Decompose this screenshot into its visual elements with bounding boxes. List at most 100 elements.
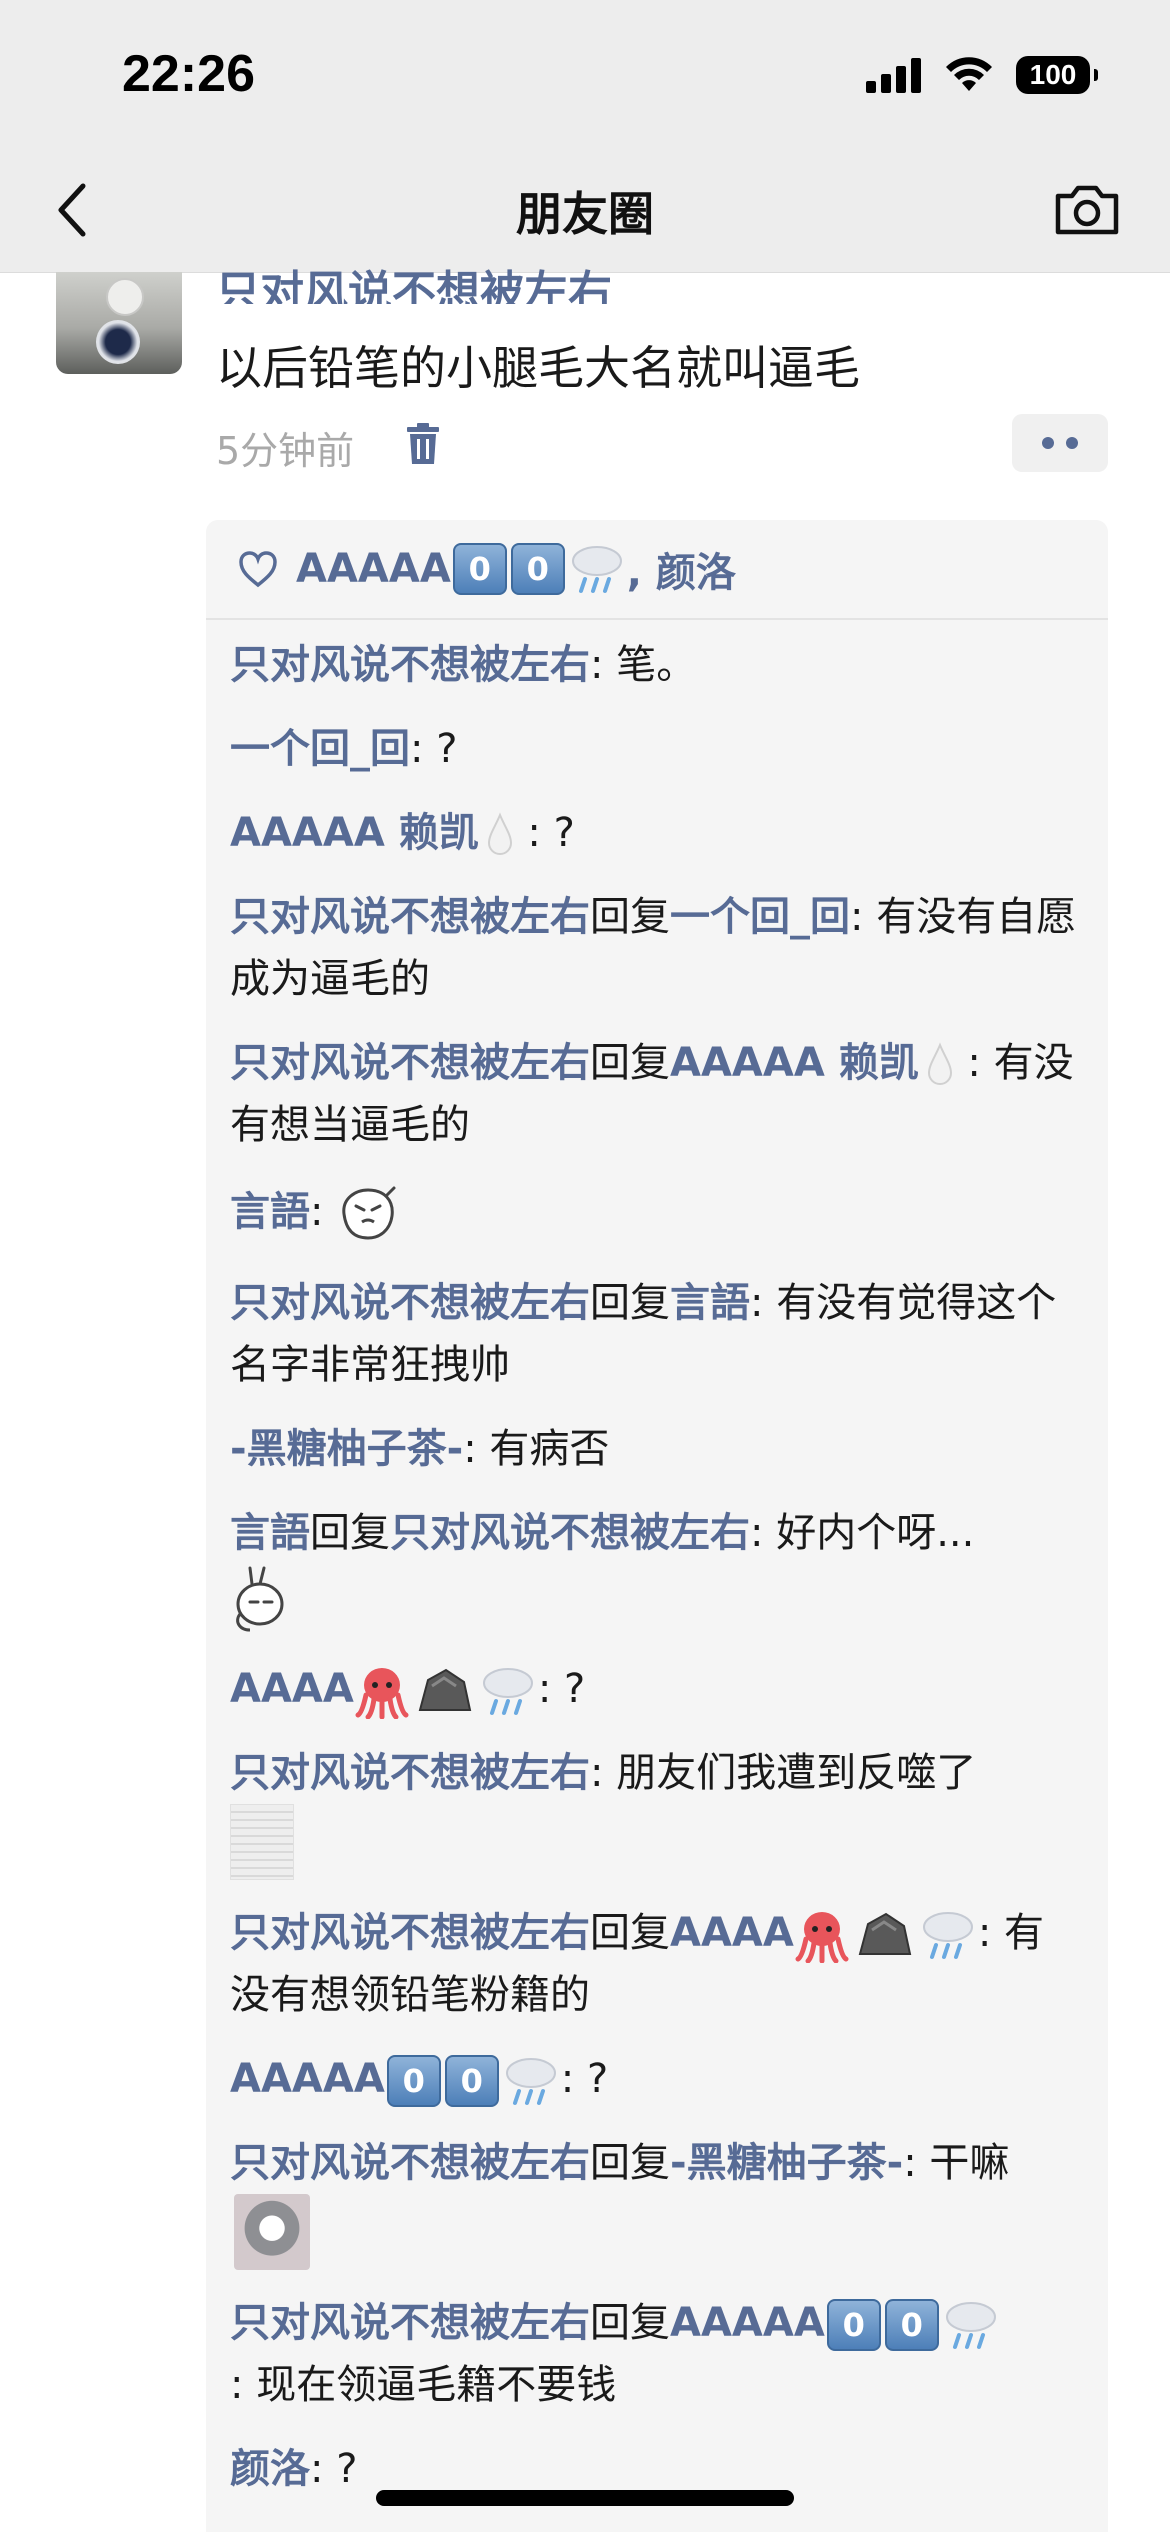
- post-author[interactable]: 只对风说不想被左右: [216, 250, 612, 304]
- comment-text: 干嘛: [929, 2140, 1010, 2186]
- heart-icon: [239, 551, 277, 588]
- status-bar: 22:26 100: [0, 0, 1170, 150]
- comment-item[interactable]: 只对风说不想被左右回复一个回_回: 有没有自愿成为逼毛的: [230, 886, 1082, 1010]
- comment-user[interactable]: AAAAA: [230, 2056, 385, 2102]
- keycap-zero-emoji: 0: [884, 2299, 939, 2351]
- reply-target[interactable]: 只对风说不想被左右: [390, 1510, 750, 1556]
- comment-text: 有病否: [489, 1426, 610, 1472]
- comment-user[interactable]: AAAAA 赖凯: [230, 810, 479, 856]
- reply-word: 回复: [590, 2140, 670, 2186]
- comment-item[interactable]: AAAAA 0 0: ?: [230, 2048, 1082, 2110]
- reply-word: 回复: [590, 1910, 670, 1956]
- comment-sep: :: [590, 642, 617, 688]
- comment-item[interactable]: -黑糖柚子茶-: 有病否: [230, 1418, 1082, 1480]
- comment-user[interactable]: 颜洛: [230, 2446, 310, 2492]
- comment-user[interactable]: 只对风说不想被左右: [230, 894, 590, 940]
- post-text: 以后铅笔的小腿毛大名就叫逼毛: [216, 341, 860, 395]
- page-title: 朋友圈: [516, 187, 654, 241]
- avatar-cup: [106, 278, 144, 316]
- comment-item[interactable]: 只对风说不想被左右回复AAAA: 有没有想领铅笔粉籍的: [230, 1902, 1082, 2026]
- likes-row: AAAAA 0 0 , 颜洛: [206, 520, 1108, 620]
- comment-item[interactable]: AAAAA 赖凯 : ?: [230, 802, 1082, 864]
- dog-sticker-image[interactable]: [234, 2194, 310, 2270]
- octopus-emoji: [795, 1912, 849, 1963]
- comment-sep: :: [977, 1910, 1005, 1956]
- more-actions-button[interactable]: [1012, 414, 1108, 472]
- comment-sep: :: [750, 1280, 777, 1326]
- more-dot-icon: [1042, 437, 1054, 449]
- comment-list: 只对风说不想被左右: 笔。 一个回_回: ? AAAAA 赖凯 : ? 只对风说…: [206, 634, 1108, 2500]
- comment-item[interactable]: 只对风说不想被左右: 笔。: [230, 634, 1082, 696]
- comment-item[interactable]: 只对风说不想被左右回复-黑糖柚子茶-: 干嘛: [230, 2132, 1082, 2270]
- comment-item[interactable]: 一个回_回: ?: [230, 718, 1082, 780]
- comment-sep: :: [750, 1510, 777, 1556]
- comment-text: ?: [587, 2056, 609, 2102]
- avatar[interactable]: [56, 272, 182, 374]
- camera-icon: [1055, 185, 1119, 235]
- comment-user[interactable]: 只对风说不想被左右: [230, 1040, 590, 1086]
- comment-text: 笔。: [616, 642, 697, 688]
- keycap-zero-emoji: 0: [452, 543, 507, 595]
- comment-sep: :: [410, 726, 437, 772]
- comment-user[interactable]: AAAA: [230, 1666, 354, 1712]
- comment-sep: :: [850, 894, 877, 940]
- comment-item[interactable]: 言語:: [230, 1178, 1082, 1250]
- status-icons: 100: [866, 56, 1098, 94]
- comment-text: ?: [436, 726, 458, 772]
- comment-user[interactable]: 只对风说不想被左右: [230, 2140, 590, 2186]
- comment-user[interactable]: 只对风说不想被左右: [230, 1750, 590, 1796]
- comment-sep: :: [310, 1189, 337, 1235]
- comment-user[interactable]: 只对风说不想被左右: [230, 2300, 590, 2346]
- avatar-bowl: [96, 320, 140, 364]
- comment-sep: :: [903, 2140, 930, 2186]
- rain-cloud-icon: [505, 2058, 556, 2105]
- liker-yanluo[interactable]: , 颜洛: [627, 540, 736, 598]
- reply-target[interactable]: AAAAA: [670, 2300, 825, 2346]
- reply-word: 回复: [590, 1280, 670, 1326]
- reply-word: 回复: [590, 2300, 670, 2346]
- reply-target[interactable]: AAAA: [670, 1910, 794, 1956]
- keycap-zero-emoji: 0: [386, 2055, 441, 2107]
- comment-text: 好内个呀...: [776, 1510, 975, 1556]
- comment-sep: :: [463, 1426, 490, 1472]
- keycap-zero-emoji: 0: [510, 543, 565, 595]
- post-time: 5分钟前: [216, 429, 355, 473]
- rock-emoji: [418, 1668, 472, 1711]
- comment-user[interactable]: -黑糖柚子茶-: [230, 1426, 463, 1472]
- rain-cloud-icon: [571, 546, 622, 593]
- comment-user[interactable]: 言語: [230, 1189, 310, 1235]
- reply-target[interactable]: AAAAA 赖凯: [670, 1040, 919, 1086]
- comment-item[interactable]: 只对风说不想被左右回复AAAAA 赖凯 : 有没有想当逼毛的: [230, 1032, 1082, 1156]
- reply-target[interactable]: 言語: [670, 1280, 750, 1326]
- comment-text: ?: [564, 1666, 586, 1712]
- comment-item[interactable]: AAAA: ?: [230, 1658, 1082, 1720]
- comment-item[interactable]: 只对风说不想被左右回复言語: 有没有觉得这个名字非常狂拽帅: [230, 1272, 1082, 1396]
- comment-user[interactable]: 只对风说不想被左右: [230, 1910, 590, 1956]
- more-dot-icon: [1066, 437, 1078, 449]
- comment-image-thumbnail[interactable]: [230, 1804, 294, 1880]
- comment-item[interactable]: 只对风说不想被左右: 朋友们我遭到反噬了: [230, 1742, 1082, 1880]
- comment-user[interactable]: 只对风说不想被左右: [230, 642, 590, 688]
- liker-aaaaa[interactable]: AAAAA: [296, 546, 451, 592]
- rain-cloud-icon: [922, 1912, 973, 1959]
- comment-text: 朋友们我遭到反噬了: [616, 1750, 977, 1796]
- comment-sep: :: [590, 1750, 617, 1796]
- sticker-emoji: [342, 1186, 396, 1240]
- comment-text: 现在领逼毛籍不要钱: [256, 2362, 617, 2408]
- home-indicator[interactable]: [376, 2490, 794, 2506]
- comment-item[interactable]: 言語回复只对风说不想被左右: 好内个呀...: [230, 1502, 1082, 1636]
- comment-sep: :: [537, 1666, 565, 1712]
- sticker-emoji: [236, 1566, 284, 1632]
- reply-word: 回复: [310, 1510, 390, 1556]
- trash-icon: [407, 423, 439, 464]
- reply-target[interactable]: 一个回_回: [670, 894, 850, 940]
- comment-user[interactable]: 言語: [230, 1510, 310, 1556]
- camera-button[interactable]: [1052, 180, 1122, 240]
- delete-button[interactable]: [404, 422, 442, 466]
- comment-user[interactable]: 一个回_回: [230, 726, 410, 772]
- comment-item[interactable]: 只对风说不想被左右回复AAAAA 0 0: 现在领逼毛籍不要钱: [230, 2292, 1082, 2416]
- comment-sep: :: [310, 2446, 337, 2492]
- comment-user[interactable]: 只对风说不想被左右: [230, 1280, 590, 1326]
- comment-sep: :: [230, 2362, 257, 2408]
- reply-target[interactable]: -黑糖柚子茶-: [670, 2140, 903, 2186]
